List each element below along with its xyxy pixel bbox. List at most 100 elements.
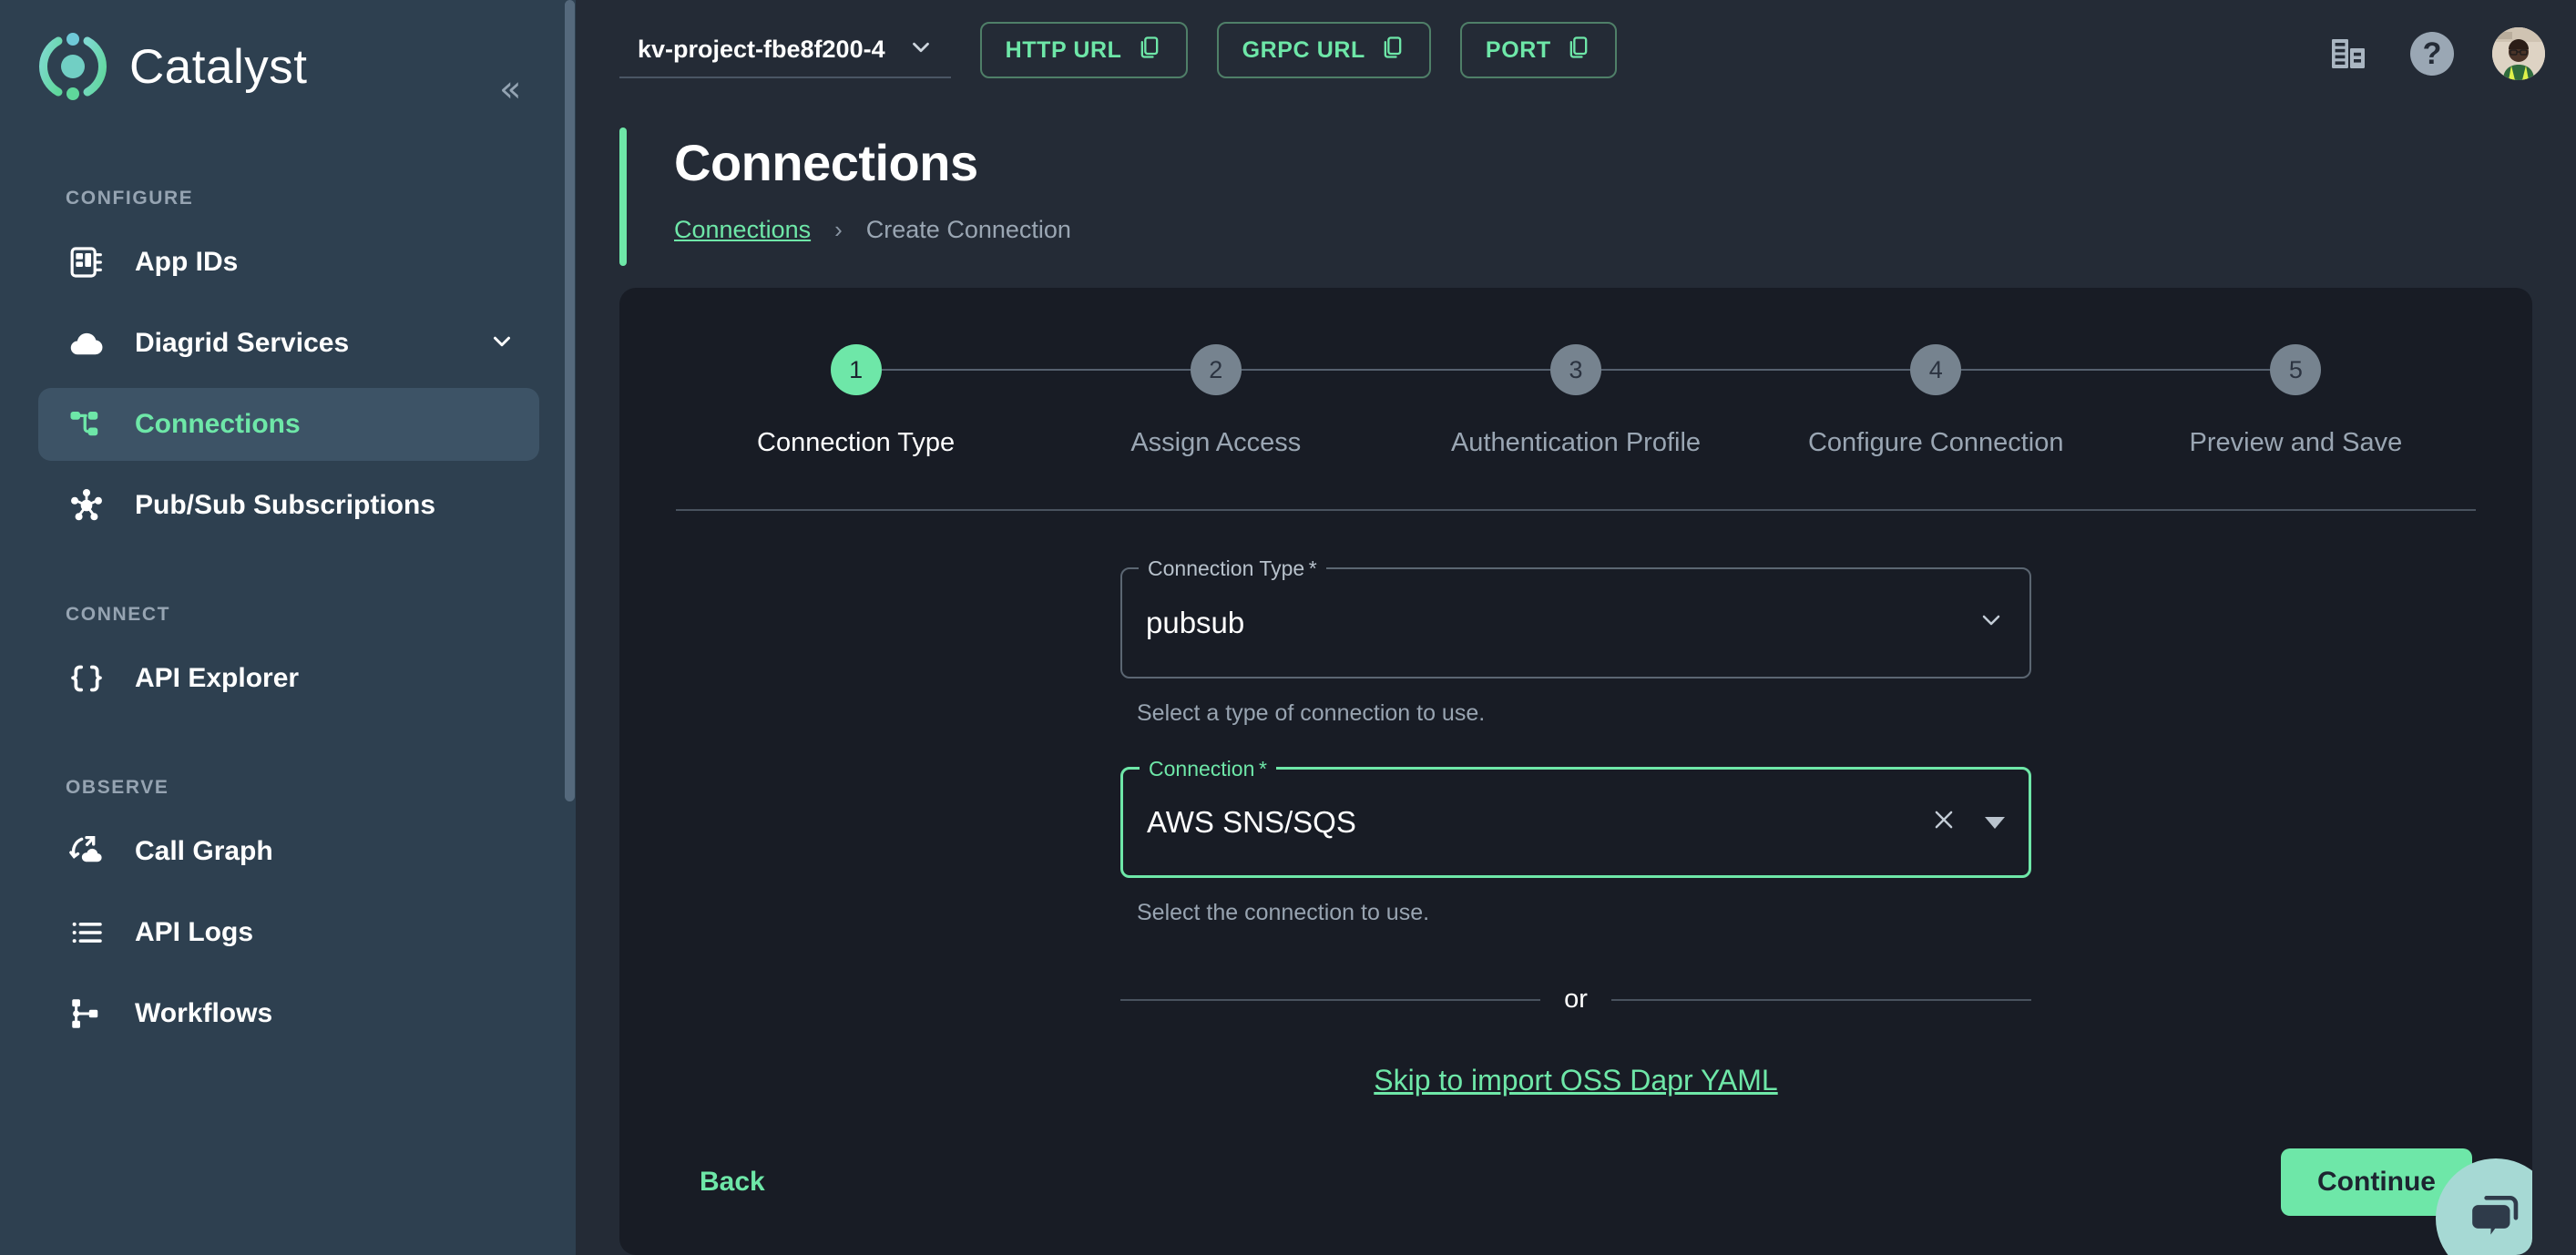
topbar: kv-project-fbe8f200-4 HTTP URL GRPC URL: [576, 0, 2576, 109]
sidebar-item-workflows[interactable]: Workflows: [38, 977, 539, 1050]
step-label: Assign Access: [1130, 428, 1301, 458]
project-name: kv-project-fbe8f200-4: [638, 36, 885, 64]
chevron-right-icon: ›: [834, 216, 843, 244]
sidebar: Catalyst « CONFIGURE App IDs: [0, 0, 576, 1255]
sidebar-item-diagrid-services[interactable]: Diagrid Services: [38, 307, 539, 380]
workflows-icon: [66, 993, 107, 1035]
step-connector: [1756, 369, 1911, 371]
connection-type-label: Connection Type *: [1139, 556, 1326, 580]
copy-icon: [1380, 35, 1406, 66]
connection-label: Connection *: [1140, 757, 1276, 781]
step-number[interactable]: 5: [2270, 344, 2321, 395]
app-ids-icon: [66, 241, 107, 283]
triangle-down-icon[interactable]: [1985, 817, 2005, 829]
copy-icon: [1566, 35, 1591, 66]
step-number[interactable]: 4: [1910, 344, 1961, 395]
sidebar-item-call-graph[interactable]: Call Graph: [38, 815, 539, 888]
call-graph-icon: [66, 831, 107, 872]
cloud-icon: [66, 322, 107, 364]
braces-icon: [66, 658, 107, 699]
list-icon: [66, 912, 107, 954]
stepper-step-authentication-profile[interactable]: 3 Authentication Profile: [1395, 344, 1755, 458]
app-root: Catalyst « CONFIGURE App IDs: [0, 0, 2576, 1255]
chevron-down-icon: [907, 34, 935, 65]
project-selector[interactable]: kv-project-fbe8f200-4: [619, 22, 951, 78]
brand-name: Catalyst: [129, 39, 307, 95]
skip-import-yaml-link[interactable]: Skip to import OSS Dapr YAML: [1374, 1064, 1777, 1097]
help-icon[interactable]: ?: [2410, 32, 2454, 76]
pill-label: HTTP URL: [1006, 37, 1122, 64]
back-button[interactable]: Back: [700, 1167, 765, 1198]
step-number[interactable]: 1: [831, 344, 882, 395]
chevron-down-icon[interactable]: [1977, 606, 2006, 640]
sidebar-item-app-ids[interactable]: App IDs: [38, 226, 539, 299]
breadcrumb-link-connections[interactable]: Connections: [674, 216, 811, 244]
connections-icon: [66, 403, 107, 445]
connection-helper: Select the connection to use.: [1137, 900, 2031, 926]
sidebar-item-label: Workflows: [135, 998, 272, 1029]
sidebar-item-label: App IDs: [135, 247, 238, 278]
step-label: Connection Type: [757, 428, 955, 458]
divider-line-right: [1611, 999, 2031, 1001]
sidebar-section-connect: CONNECT: [0, 604, 576, 626]
card-footer: Back Continue: [619, 1109, 2532, 1255]
step-connector: [1961, 369, 2116, 371]
step-connector: [882, 369, 1037, 371]
sidebar-collapse-icon[interactable]: «: [499, 71, 521, 107]
step-connector: [1395, 369, 1550, 371]
sidebar-item-label: Diagrid Services: [135, 328, 349, 359]
grpc-url-button[interactable]: GRPC URL: [1217, 22, 1431, 78]
sidebar-item-api-logs[interactable]: API Logs: [38, 896, 539, 969]
step-connector: [1036, 369, 1191, 371]
sidebar-item-label: API Explorer: [135, 663, 299, 694]
sidebar-scrollbar-thumb[interactable]: [565, 0, 575, 801]
chevron-down-icon[interactable]: [488, 328, 516, 359]
step-label: Configure Connection: [1808, 428, 2064, 458]
or-divider: or: [1120, 985, 2031, 1015]
divider-line-left: [1120, 999, 1540, 1001]
breadcrumb: Connections › Create Connection: [674, 216, 1071, 244]
sidebar-item-api-explorer[interactable]: API Explorer: [38, 642, 539, 715]
sidebar-item-label: Connections: [135, 409, 301, 440]
breadcrumb-current: Create Connection: [866, 216, 1071, 244]
step-connector: [1601, 369, 1756, 371]
sidebar-item-label: API Logs: [135, 917, 253, 948]
avatar[interactable]: [2492, 27, 2545, 80]
form: Connection Type * pubsub Select a type o…: [619, 511, 2532, 1097]
topbar-actions: ?: [2328, 22, 2545, 80]
close-icon[interactable]: [1930, 806, 1958, 839]
port-button[interactable]: PORT: [1460, 22, 1617, 78]
organization-icon[interactable]: [2328, 32, 2372, 76]
sidebar-item-label: Call Graph: [135, 836, 273, 867]
pill-label: GRPC URL: [1242, 37, 1365, 64]
sidebar-section-configure: CONFIGURE: [0, 188, 576, 209]
sidebar-scrollbar[interactable]: [563, 0, 576, 1255]
main-content: kv-project-fbe8f200-4 HTTP URL GRPC URL: [576, 0, 2576, 1255]
connection-type-select[interactable]: Connection Type * pubsub: [1120, 567, 2031, 679]
step-connector: [2116, 369, 2271, 371]
create-connection-card: 1 Connection Type 2 Assign Access: [619, 288, 2532, 1255]
brand: Catalyst: [0, 0, 576, 100]
step-label: Authentication Profile: [1451, 428, 1701, 458]
pill-label: PORT: [1486, 37, 1551, 64]
sidebar-section-observe: OBSERVE: [0, 777, 576, 799]
stepper-step-configure-connection[interactable]: 4 Configure Connection: [1756, 344, 2116, 458]
accent-bar: [619, 128, 627, 266]
http-url-button[interactable]: HTTP URL: [980, 22, 1188, 78]
stepper-step-preview-and-save[interactable]: 5 Preview and Save: [2116, 344, 2476, 458]
step-label: Preview and Save: [2190, 428, 2403, 458]
stepper-step-assign-access[interactable]: 2 Assign Access: [1036, 344, 1395, 458]
step-connector: [1242, 369, 1396, 371]
step-number[interactable]: 3: [1550, 344, 1601, 395]
catalyst-logo-icon: [35, 28, 111, 105]
sidebar-item-pubsub-subscriptions[interactable]: Pub/Sub Subscriptions: [38, 469, 539, 542]
connection-select[interactable]: Connection * AWS SNS/SQS: [1120, 767, 2031, 878]
copy-icon: [1137, 35, 1162, 66]
or-text: or: [1540, 985, 1611, 1015]
stepper-step-connection-type[interactable]: 1 Connection Type: [676, 344, 1036, 458]
connection-value: AWS SNS/SQS: [1147, 805, 1356, 840]
stepper: 1 Connection Type 2 Assign Access: [619, 288, 2532, 458]
step-number[interactable]: 2: [1191, 344, 1242, 395]
connection-type-value: pubsub: [1146, 606, 1244, 640]
sidebar-item-connections[interactable]: Connections: [38, 388, 539, 461]
